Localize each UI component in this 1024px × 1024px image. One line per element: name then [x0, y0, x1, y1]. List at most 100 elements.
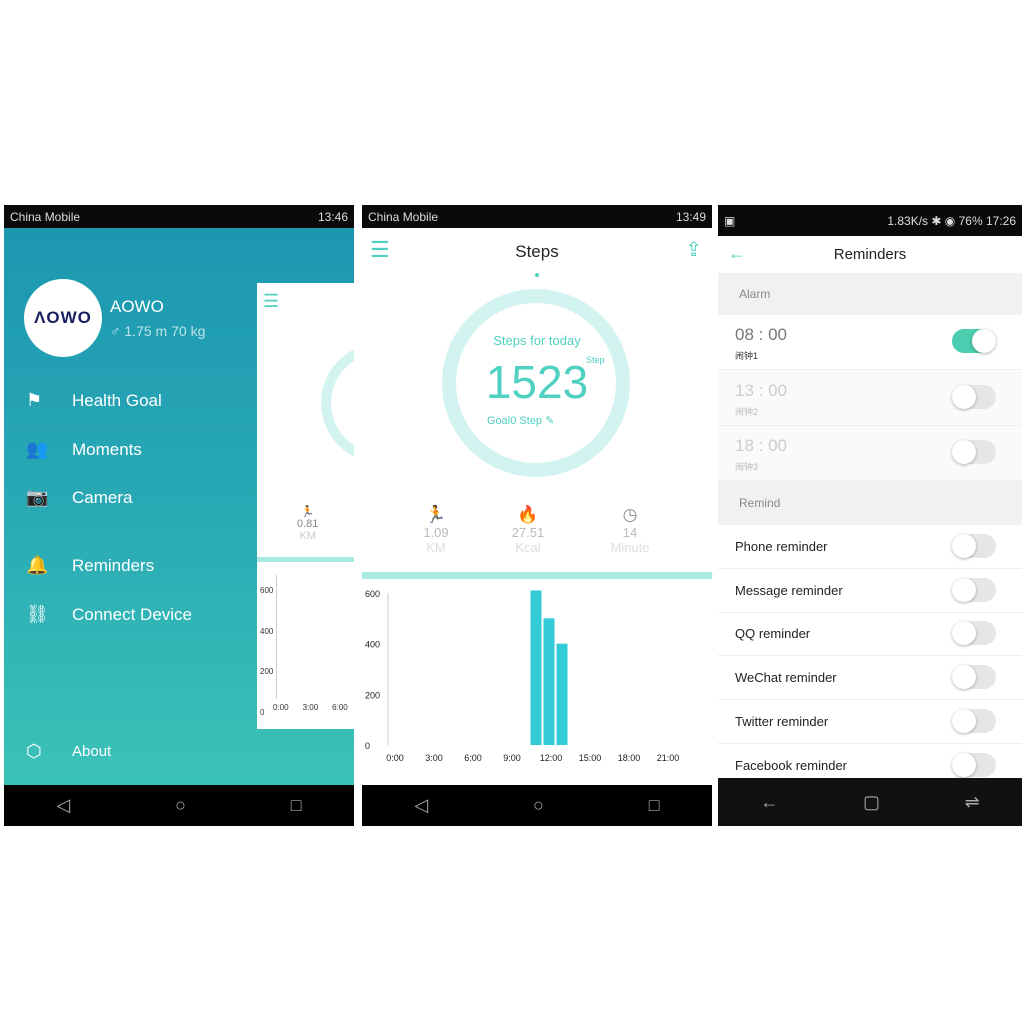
reminder-toggle[interactable]	[952, 752, 996, 777]
alarm-row[interactable]: 08 : 00 闹钟1	[718, 315, 1022, 370]
menu-item[interactable]: 👥 Moments	[26, 439, 142, 460]
menu-item[interactable]: ⛓ Connect Device	[26, 604, 192, 625]
reminder-toggle[interactable]	[952, 577, 996, 602]
menu-label: Moments	[72, 439, 142, 459]
y-tick: 0	[365, 741, 370, 751]
reminder-label: Twitter reminder	[735, 713, 829, 729]
menu-label: Health Goal	[72, 390, 162, 410]
reminder-label: QQ reminder	[735, 626, 811, 642]
recents-button[interactable]: ⇌	[965, 792, 980, 813]
reminder-label: Facebook reminder	[735, 757, 847, 773]
people-icon: 👥	[26, 439, 49, 459]
alarm-toggle[interactable]	[952, 384, 996, 409]
back-button[interactable]: ←	[760, 792, 778, 813]
stat-unit: Kcal	[515, 540, 541, 555]
reminder-row[interactable]: WeChat reminder	[718, 656, 1022, 701]
reminder-label: WeChat reminder	[735, 670, 837, 686]
x-tick: 0:00	[273, 703, 289, 712]
menu-icon[interactable]: ☰	[263, 291, 279, 312]
y-tick: 0	[260, 707, 265, 717]
bar-13:00	[556, 643, 568, 745]
goal-button[interactable]: Goal0 Step ✎	[487, 414, 554, 427]
menu-item-about[interactable]: ⬡ About	[26, 741, 111, 762]
stat-unit: Minute	[610, 540, 650, 555]
reminder-row[interactable]: Twitter reminder	[718, 700, 1022, 744]
alarm-row[interactable]: 18 : 00 闹钟3	[718, 426, 1022, 481]
home-button[interactable]: ○	[175, 795, 186, 816]
menu-item[interactable]: 🔔 Reminders	[26, 555, 154, 576]
divider	[257, 557, 354, 562]
y-tick: 200	[365, 690, 380, 700]
reminder-toggle[interactable]	[952, 621, 996, 646]
menu-item[interactable]: 📷 Camera	[26, 487, 132, 508]
logo: ΛOWO	[34, 308, 92, 327]
back-button[interactable]: ◁	[414, 795, 428, 816]
bell-icon: 🔔	[26, 555, 49, 575]
male-icon: ♂	[110, 323, 125, 339]
stat-value: 1.09	[423, 525, 449, 540]
weight: 70	[171, 323, 187, 339]
reminder-label: Message reminder	[735, 582, 843, 598]
reminder-row[interactable]: Phone reminder	[718, 525, 1022, 569]
x-tick: 18:00	[618, 753, 641, 763]
y-tick: 200	[260, 667, 274, 676]
recents-button[interactable]: □	[291, 795, 302, 816]
x-tick: 21:00	[657, 753, 680, 763]
running-icon: 🏃	[300, 506, 315, 518]
x-tick: 0:00	[386, 753, 404, 763]
carrier: China Mobile	[368, 209, 439, 224]
steps-label: Steps for today	[493, 333, 581, 348]
status-bar: ▣ 1.83K/s ✱ ◉ 76% 17:26	[718, 205, 1022, 236]
reminder-toggle[interactable]	[952, 534, 996, 558]
home-button[interactable]: ▢	[863, 792, 880, 813]
x-tick: 6:00	[332, 703, 348, 712]
share-icon[interactable]: ⇪	[685, 237, 702, 262]
user-name: AOWO	[110, 297, 164, 316]
x-tick: 3:00	[425, 753, 443, 763]
carrier: China Mobile	[10, 209, 81, 224]
alarm-toggle[interactable]	[952, 329, 996, 353]
back-button[interactable]: ◁	[56, 795, 70, 816]
menu-item[interactable]: ⚑ Health Goal	[26, 390, 162, 411]
remind-section-header: Remind	[718, 481, 1022, 525]
reminder-toggle[interactable]	[952, 708, 996, 733]
x-tick: 6:00	[464, 753, 482, 763]
cube-icon: ⬡	[26, 741, 42, 761]
nav-bar: ◁ ○ □	[362, 785, 712, 826]
recents-button[interactable]: □	[649, 795, 660, 816]
page-title: Reminders	[833, 246, 907, 263]
height-unit: m	[155, 323, 168, 339]
reminder-row[interactable]: QQ reminder	[718, 612, 1022, 657]
status-time: 13:49	[675, 209, 706, 224]
running-icon: 🏃	[425, 505, 447, 524]
menu-label: About	[72, 743, 112, 760]
phone-drawer-screen: China Mobile 13:46 ☰ 🏃 0.81 KM 600 400 200 0 0…	[4, 205, 354, 826]
reminder-row[interactable]: Message reminder	[718, 569, 1022, 613]
x-tick: 12:00	[540, 753, 563, 763]
steps-ring	[321, 343, 354, 463]
y-tick: 600	[365, 589, 380, 599]
alarm-row[interactable]: 13 : 00 闹钟2	[718, 370, 1022, 426]
status-time: 17:26	[985, 213, 1016, 228]
page-indicator	[535, 273, 539, 277]
link-icon: ⛓	[26, 604, 49, 624]
reminder-label: Phone reminder	[735, 539, 828, 554]
net-speed: 1.83K/s	[887, 213, 929, 228]
y-tick: 400	[260, 626, 274, 636]
stat-value: 14	[622, 525, 638, 540]
edit-icon: ✎	[545, 415, 555, 427]
alarm-toggle[interactable]	[952, 440, 996, 464]
main-content-peek[interactable]: ☰ 🏃 0.81 KM 600 400 200 0 0:00 3:00 6:00	[257, 283, 354, 729]
home-button[interactable]: ○	[533, 795, 544, 816]
x-tick: 15:00	[579, 753, 602, 763]
menu-label: Camera	[72, 487, 133, 507]
reminder-toggle[interactable]	[952, 665, 996, 690]
bar-11:00	[530, 590, 542, 745]
flame-icon: 🔥	[517, 505, 539, 524]
user-metrics: ♂ 1.75 m 70 kg	[110, 323, 205, 339]
phone-steps-screen: China Mobile 13:49 ☰ Steps ⇪ Steps for to…	[362, 205, 712, 826]
avatar[interactable]: ΛOWO	[24, 279, 102, 357]
y-axis	[276, 575, 277, 699]
steps-count: 1523	[485, 356, 589, 408]
flag-icon: ⚑	[26, 390, 43, 410]
